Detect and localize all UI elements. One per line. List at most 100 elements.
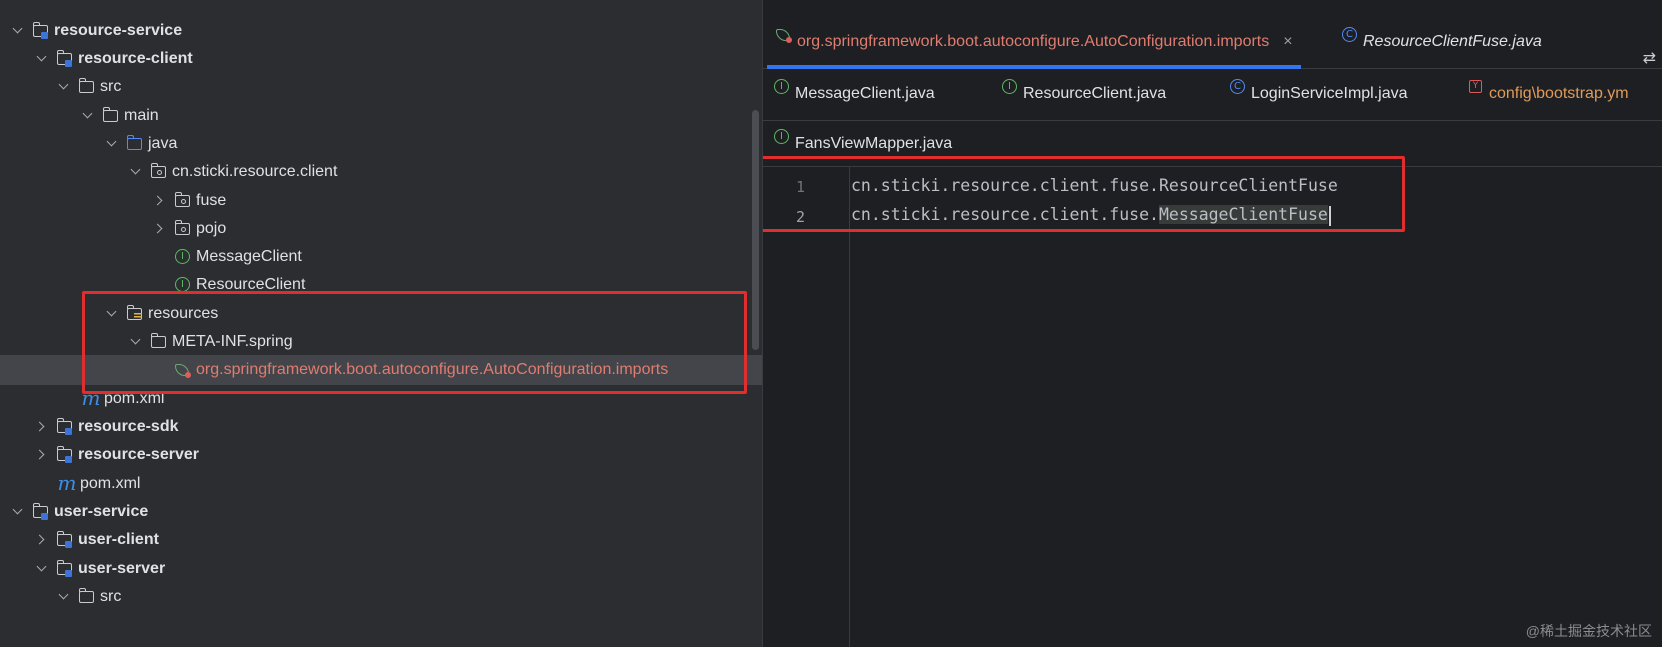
tree-item-label: resources xyxy=(148,305,219,322)
interface-icon xyxy=(773,122,791,152)
module-folder-icon xyxy=(56,412,74,442)
editor-tab-row-2: MessageClient.java ResourceClient.java L… xyxy=(763,70,1662,121)
tree-item-pom-xml[interactable]: m pom.xml xyxy=(0,469,762,499)
editor-tab-row-1: org.springframework.boot.autoconfigure.A… xyxy=(763,20,1662,69)
tab-overflow-icon[interactable]: ⇄ xyxy=(1643,48,1656,68)
chevron-down-icon[interactable] xyxy=(130,327,144,357)
tree-item-autoconfiguration-imports[interactable]: org.springframework.boot.autoconfigure.A… xyxy=(0,355,762,385)
tree-item-label: pojo xyxy=(196,220,227,237)
tree-item-label: main xyxy=(124,107,159,124)
tree-item-resource-sdk[interactable]: resource-sdk xyxy=(0,412,762,442)
tree-item-label: org.springframework.boot.autoconfigure.A… xyxy=(196,361,669,378)
tree-item-label: java xyxy=(148,135,178,152)
module-folder-icon xyxy=(32,16,50,46)
code-line-2[interactable]: cn.sticki.resource.client.fuse.MessageCl… xyxy=(851,205,1331,226)
line-number-gutter: 1 2 xyxy=(763,166,850,647)
tree-item-messageclient[interactable]: MessageClient xyxy=(0,242,762,272)
line-number: 1 xyxy=(795,178,805,196)
code-line-1[interactable]: cn.sticki.resource.client.fuse.ResourceC… xyxy=(851,176,1338,195)
code-text: cn.sticki.resource.client.fuse. xyxy=(851,176,1159,195)
tree-item-user-service[interactable]: user-service xyxy=(0,497,762,527)
code-text: cn.sticki.resource.client.fuse. xyxy=(851,205,1159,224)
yaml-icon xyxy=(1467,72,1485,102)
tab-messageclient-java[interactable]: MessageClient.java xyxy=(773,72,935,116)
tab-loginserviceimpl-java[interactable]: LoginServiceImpl.java xyxy=(1229,72,1408,116)
tree-item-label: resource-server xyxy=(78,446,199,463)
editor-panel: org.springframework.boot.autoconfigure.A… xyxy=(763,0,1662,647)
folder-icon xyxy=(102,101,120,131)
chevron-down-icon[interactable] xyxy=(58,582,72,612)
tree-item-resourceclient[interactable]: ResourceClient xyxy=(0,270,762,300)
tab-label: config\bootstrap.ym xyxy=(1489,85,1629,102)
tree-item-fuse[interactable]: fuse xyxy=(0,186,762,216)
tree-item-resource-client[interactable]: resource-client xyxy=(0,44,762,74)
chevron-down-icon[interactable] xyxy=(36,44,50,74)
tree-item-label: resource-service xyxy=(54,22,183,39)
text-caret xyxy=(1328,205,1331,226)
module-folder-icon xyxy=(56,440,74,470)
chevron-down-icon[interactable] xyxy=(82,101,96,131)
tab-autoconfiguration-imports[interactable]: org.springframework.boot.autoconfigure.A… xyxy=(767,20,1301,69)
chevron-right-icon[interactable] xyxy=(36,525,50,555)
tree-item-label: resource-client xyxy=(78,50,193,67)
class-icon xyxy=(1229,72,1247,102)
chevron-right-icon[interactable] xyxy=(36,440,50,470)
tree-item-package[interactable]: cn.sticki.resource.client xyxy=(0,157,762,187)
chevron-down-icon[interactable] xyxy=(130,157,144,187)
maven-icon: m xyxy=(81,386,101,410)
tree-item-pojo[interactable]: pojo xyxy=(0,214,762,244)
tree-item-resource-server[interactable]: resource-server xyxy=(0,440,762,470)
chevron-right-icon[interactable] xyxy=(154,214,168,244)
interface-icon xyxy=(1001,72,1019,102)
module-folder-icon xyxy=(32,497,50,527)
tree-item-user-server[interactable]: user-server xyxy=(0,554,762,584)
tree-item-src[interactable]: src xyxy=(0,72,762,102)
tree-item-src[interactable]: src xyxy=(0,582,762,612)
package-icon xyxy=(174,214,192,244)
tree-item-resources[interactable]: resources xyxy=(0,299,762,329)
tree-item-label: user-server xyxy=(78,560,166,577)
project-tree-panel: resource-service resource-client src mai… xyxy=(0,0,762,647)
module-folder-icon xyxy=(56,44,74,74)
chevron-right-icon[interactable] xyxy=(154,186,168,216)
chevron-down-icon[interactable] xyxy=(106,299,120,329)
tree-item-resource-service[interactable]: resource-service xyxy=(0,16,762,46)
folder-icon xyxy=(150,327,168,357)
folder-icon xyxy=(78,582,96,612)
interface-icon xyxy=(174,242,192,272)
interface-icon xyxy=(174,270,192,300)
chevron-down-icon[interactable] xyxy=(12,16,26,46)
tree-item-label: MessageClient xyxy=(196,248,302,265)
tab-fansviewmapper-java[interactable]: FansViewMapper.java xyxy=(773,122,952,166)
tree-item-label: cn.sticki.resource.client xyxy=(172,163,338,180)
tab-resourceclient-java[interactable]: ResourceClient.java xyxy=(1001,72,1166,116)
chevron-down-icon[interactable] xyxy=(12,497,26,527)
interface-icon xyxy=(773,72,791,102)
folder-icon xyxy=(78,72,96,102)
close-icon[interactable]: × xyxy=(1283,33,1292,50)
chevron-right-icon[interactable] xyxy=(36,412,50,442)
code-text-highlighted: MessageClientFuse xyxy=(1158,205,1328,224)
chevron-down-icon[interactable] xyxy=(36,554,50,584)
tab-resourceclientfuse-java[interactable]: ResourceClientFuse.java xyxy=(1341,20,1542,64)
tree-item-label: src xyxy=(100,78,122,95)
tree-item-label: ResourceClient xyxy=(196,276,306,293)
editor-tab-row-3: FansViewMapper.java xyxy=(763,120,1662,167)
chevron-down-icon[interactable] xyxy=(58,72,72,102)
tree-item-label: resource-sdk xyxy=(78,418,179,435)
tree-item-user-client[interactable]: user-client xyxy=(0,525,762,555)
tree-item-main[interactable]: main xyxy=(0,101,762,131)
tree-item-pom-xml[interactable]: m pom.xml xyxy=(0,384,762,414)
tab-label: FansViewMapper.java xyxy=(795,135,953,152)
package-icon xyxy=(150,157,168,187)
tree-item-label: pom.xml xyxy=(80,475,141,492)
tree-item-meta-inf-spring[interactable]: META-INF.spring xyxy=(0,327,762,357)
tab-label: org.springframework.boot.autoconfigure.A… xyxy=(797,33,1270,50)
maven-icon: m xyxy=(57,471,77,495)
package-icon xyxy=(174,186,192,216)
tree-item-label: src xyxy=(100,588,122,605)
tab-bootstrap-yml[interactable]: config\bootstrap.ym xyxy=(1467,72,1629,116)
chevron-down-icon[interactable] xyxy=(106,129,120,159)
tree-item-java[interactable]: java xyxy=(0,129,762,159)
spring-icon xyxy=(174,355,192,385)
